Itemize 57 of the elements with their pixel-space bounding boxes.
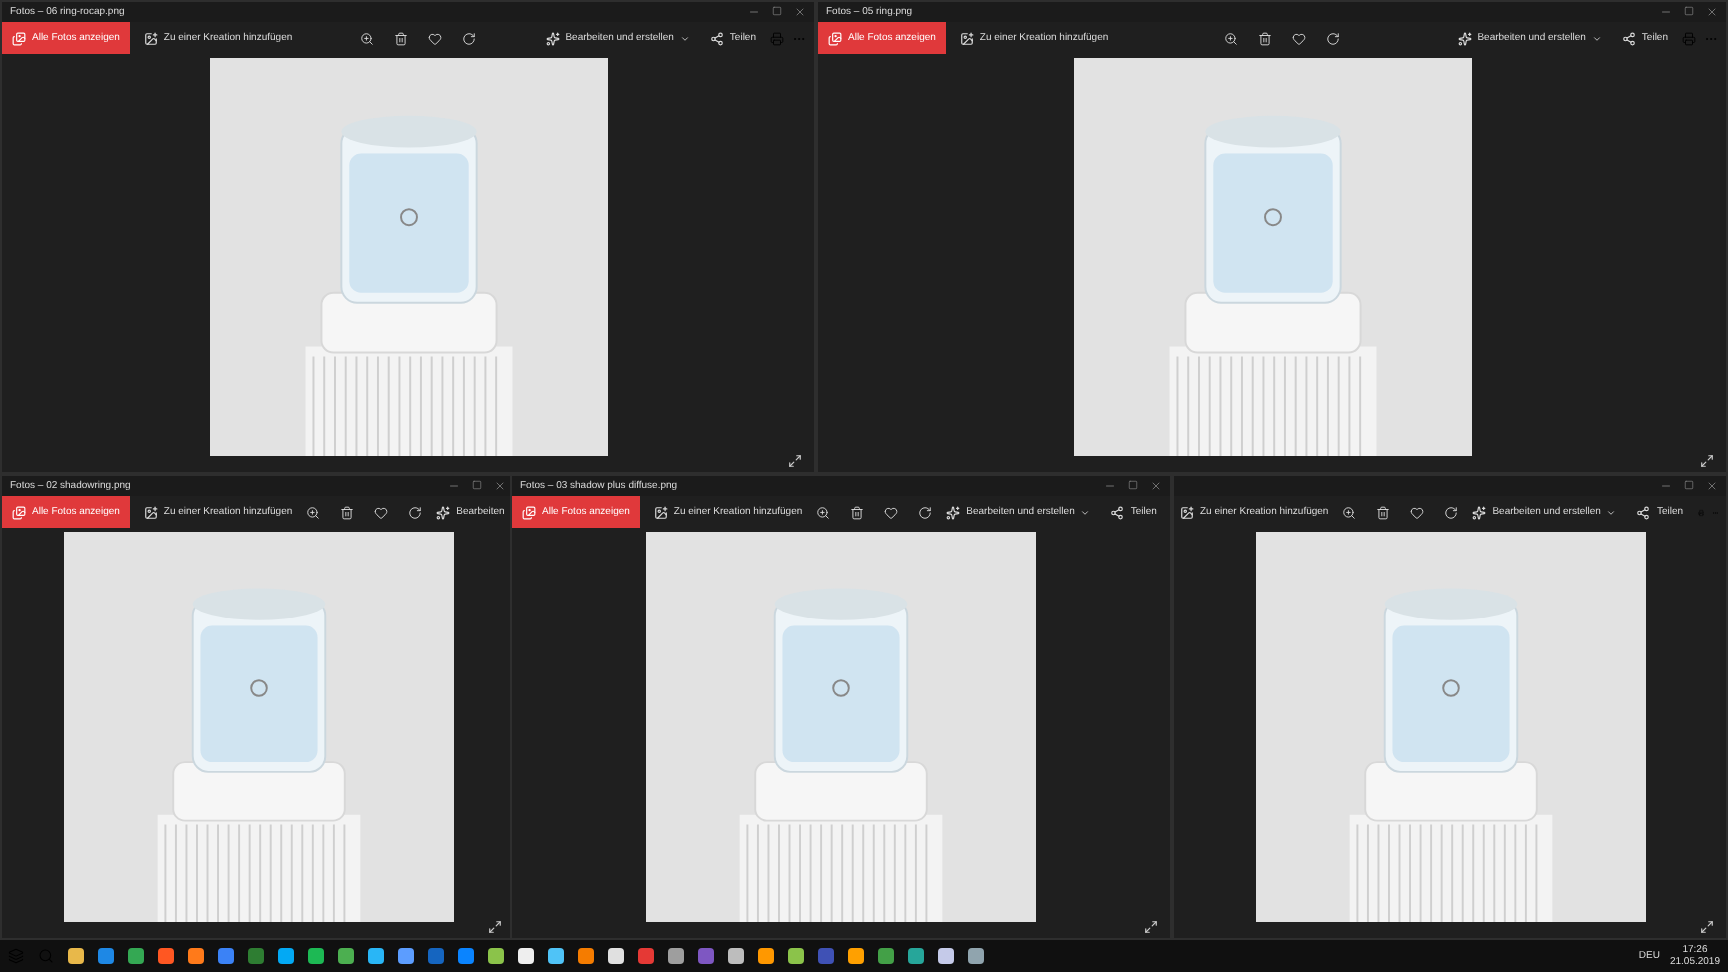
expand-icon[interactable] [1700,454,1714,468]
zoom-icon[interactable] [1342,505,1357,519]
heart-icon[interactable] [428,31,443,45]
close-icon[interactable] [794,6,806,18]
sparkle-icon [946,505,961,519]
close-icon[interactable] [1706,6,1718,18]
zoom-icon[interactable] [1224,31,1239,45]
sparkle-icon [1472,505,1487,519]
sparkle-icon [436,505,451,519]
expand-icon[interactable] [1144,920,1158,934]
rotate-icon[interactable] [1444,505,1459,519]
close-icon[interactable] [494,480,506,492]
rotate-icon[interactable] [918,505,933,519]
close-icon[interactable] [1706,480,1718,492]
maximize-icon[interactable] [472,480,482,490]
caret-icon [1080,507,1091,517]
add-image-icon [1180,505,1194,519]
caret-icon [679,33,690,43]
photos-icon [522,505,536,519]
add-image-icon [653,505,668,519]
maximize-icon[interactable] [1684,480,1694,490]
close-icon[interactable] [1150,480,1162,492]
zoom-icon[interactable] [816,505,831,519]
delete-icon[interactable] [1258,31,1273,45]
rotate-icon[interactable] [462,31,477,45]
photos-icon [828,31,842,45]
expand-icon[interactable] [788,454,802,468]
maximize-icon[interactable] [1684,6,1694,16]
heart-icon[interactable] [374,505,389,519]
heart-icon[interactable] [884,505,899,519]
zoom-icon[interactable] [306,505,321,519]
photos-icon [12,505,26,519]
rotate-icon[interactable] [1326,31,1341,45]
share-icon [1621,31,1636,45]
add-image-icon [143,505,158,519]
share-icon [709,31,724,45]
expand-icon[interactable] [488,920,502,934]
delete-icon[interactable] [394,31,409,45]
caret-icon [1591,33,1602,43]
maximize-icon[interactable] [772,6,782,16]
share-icon [1636,505,1651,519]
add-image-icon [959,31,974,45]
photos-icon [12,31,26,45]
zoom-icon[interactable] [360,31,375,45]
heart-icon[interactable] [1410,505,1425,519]
caret-icon [1606,507,1617,517]
sparkle-icon [1457,31,1472,45]
share-icon [1110,505,1125,519]
maximize-icon[interactable] [1128,480,1138,490]
heart-icon[interactable] [1292,31,1307,45]
add-image-icon [143,31,158,45]
delete-icon[interactable] [850,505,865,519]
expand-icon[interactable] [1700,920,1714,934]
sparkle-icon [545,31,560,45]
rotate-icon[interactable] [408,505,423,519]
delete-icon[interactable] [340,505,355,519]
delete-icon[interactable] [1376,505,1391,519]
